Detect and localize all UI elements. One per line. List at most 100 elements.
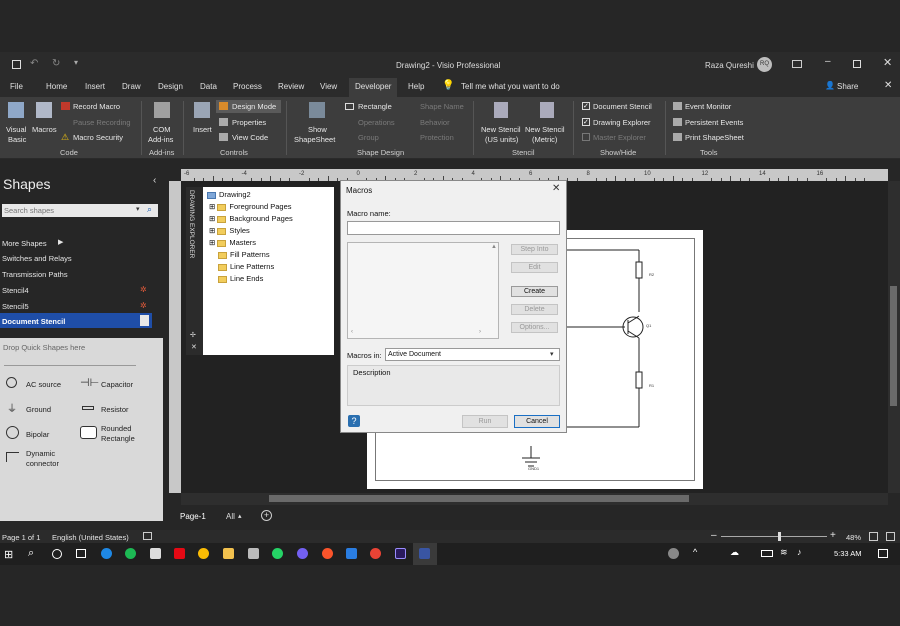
stencil-transmission-paths[interactable]: Transmission Paths — [2, 270, 68, 279]
scroll-up-icon[interactable]: ▲ — [491, 244, 497, 250]
macro-name-input[interactable] — [347, 221, 560, 235]
new-stencil-metric-button[interactable]: New Stencil — [525, 125, 565, 134]
user-name[interactable]: Raza Qureshi — [705, 61, 754, 70]
show-shapesheet-button[interactable]: Show — [308, 125, 327, 134]
run-button[interactable]: Run — [462, 415, 508, 428]
tab-view[interactable]: View — [320, 82, 337, 91]
scroll-down-icon[interactable]: › — [479, 329, 481, 335]
shape-ac-source[interactable]: AC source — [26, 380, 61, 389]
dialog-close-icon[interactable]: ✕ — [552, 183, 560, 194]
show-shapesheet-button-line2[interactable]: ShapeSheet — [294, 135, 335, 144]
shape-name-button[interactable]: Shape Name — [420, 102, 464, 111]
redo-icon[interactable]: ↻ — [52, 58, 60, 69]
visual-basic-button-line2[interactable]: Basic — [8, 135, 26, 144]
switch-windows-icon[interactable] — [886, 532, 895, 541]
search-taskbar-icon[interactable]: ⌕ — [28, 547, 34, 560]
master-explorer-checkbox[interactable] — [582, 133, 590, 141]
group-button[interactable]: Group — [358, 133, 379, 142]
drawing-explorer-checkbox[interactable]: ✓ — [582, 118, 590, 126]
zoom-in-icon[interactable]: + — [830, 530, 836, 541]
close-icon[interactable]: ✕ — [883, 56, 892, 69]
vertical-scrollbar[interactable] — [888, 181, 900, 493]
macros-button[interactable]: Macros — [32, 125, 57, 134]
language[interactable]: English (United States) — [52, 533, 129, 542]
help-icon[interactable]: ? — [348, 415, 360, 427]
tab-insert[interactable]: Insert — [85, 82, 105, 91]
zoom-level[interactable]: 48% — [846, 533, 861, 542]
customize-qat-icon[interactable]: ▾ — [74, 58, 78, 67]
tab-data[interactable]: Data — [200, 82, 217, 91]
tab-home[interactable]: Home — [46, 82, 67, 91]
tab-help[interactable]: Help — [408, 82, 424, 91]
shape-ground[interactable]: Ground — [26, 405, 51, 414]
pause-recording-button[interactable]: Pause Recording — [73, 118, 131, 127]
horizontal-scroll-thumb[interactable] — [269, 495, 689, 502]
operations-button[interactable]: Operations — [358, 118, 395, 127]
tab-review[interactable]: Review — [278, 82, 304, 91]
save-icon[interactable] — [12, 60, 21, 69]
properties-button[interactable]: Properties — [232, 118, 266, 127]
ribbon-display-options-icon[interactable] — [792, 60, 802, 68]
tab-file[interactable]: File — [10, 82, 23, 91]
tab-process[interactable]: Process — [233, 82, 262, 91]
insert-control-button[interactable]: Insert — [193, 125, 212, 134]
com-addins-button-line2[interactable]: Add-ins — [148, 135, 173, 144]
macro-list[interactable]: ▲ › ‹ — [347, 242, 499, 339]
show-hidden-icons-icon[interactable]: ^ — [693, 547, 697, 557]
undo-icon[interactable]: ↶ — [30, 58, 38, 69]
brave-icon[interactable] — [322, 548, 333, 559]
more-shapes-button[interactable]: More Shapes — [2, 239, 47, 248]
page-count[interactable]: Page 1 of 1 — [2, 533, 40, 542]
minimize-icon[interactable]: – — [825, 56, 831, 67]
scroll-left-icon[interactable]: ‹ — [351, 329, 353, 335]
all-pages-button[interactable]: All — [226, 512, 235, 521]
shape-bipolar[interactable]: Bipolar — [26, 430, 49, 439]
design-mode-button[interactable]: Design Mode — [232, 102, 276, 111]
tab-draw[interactable]: Draw — [122, 82, 141, 91]
stencil-document-stencil[interactable]: Document Stencil — [2, 317, 65, 326]
tree-node[interactable]: ⊞ Styles — [209, 226, 250, 235]
store-icon[interactable] — [248, 548, 259, 559]
com-addins-button[interactable]: COM — [153, 125, 171, 134]
record-macro-button[interactable]: Record Macro — [73, 102, 120, 111]
tab-developer[interactable]: Developer — [349, 78, 398, 97]
file-explorer-icon[interactable] — [223, 548, 234, 559]
task-view-icon[interactable] — [76, 549, 86, 558]
tree-node[interactable]: Line Ends — [218, 274, 263, 283]
whatsapp-icon[interactable] — [272, 548, 283, 559]
page-tab-page-1[interactable]: Page-1 — [180, 512, 206, 521]
tree-root[interactable]: Drawing2 — [207, 190, 251, 199]
windows-start-icon[interactable]: ⊞ — [4, 548, 13, 561]
tab-design[interactable]: Design — [158, 82, 183, 91]
mail-icon[interactable] — [150, 548, 161, 559]
tree-node[interactable]: Fill Patterns — [218, 250, 270, 259]
volume-icon[interactable]: ♪ — [797, 547, 802, 557]
chevron-down-icon[interactable]: ▾ — [550, 350, 554, 358]
rectangle-button[interactable]: Rectangle — [358, 102, 392, 111]
cortana-icon[interactable] — [52, 549, 62, 559]
macros-in-select[interactable]: Active Document ▾ — [385, 348, 560, 361]
netflix-icon[interactable] — [174, 548, 185, 559]
stencil-switches-relays[interactable]: Switches and Relays — [2, 254, 72, 263]
tree-node[interactable]: Line Patterns — [218, 262, 274, 271]
add-page-icon[interactable]: + — [261, 510, 272, 521]
cloud-icon[interactable]: ☁ — [730, 547, 739, 558]
zoom-out-icon[interactable]: – — [711, 530, 717, 541]
viber-icon[interactable] — [297, 548, 308, 559]
search-input[interactable] — [2, 204, 134, 217]
new-stencil-metric-button-line2[interactable]: (Metric) — [532, 135, 557, 144]
close-ribbon-icon[interactable]: ✕ — [884, 80, 892, 91]
cancel-button[interactable]: Cancel — [514, 415, 560, 428]
new-stencil-us-button-line2[interactable]: (US units) — [485, 135, 518, 144]
event-monitor-button[interactable]: Event Monitor — [685, 102, 731, 111]
macro-record-icon[interactable] — [143, 532, 152, 540]
create-button[interactable]: Create — [511, 286, 558, 297]
macro-security-button[interactable]: Macro Security — [73, 133, 123, 142]
zoom-slider-thumb[interactable] — [778, 532, 781, 541]
new-stencil-us-button[interactable]: New Stencil — [481, 125, 521, 134]
battery-icon[interactable] — [761, 550, 773, 557]
chrome-icon[interactable] — [198, 548, 209, 559]
shape-dynamic-connector[interactable]: Dynamic connector — [26, 449, 76, 469]
visual-basic-button[interactable]: Visual — [6, 125, 26, 134]
app-icon[interactable] — [346, 548, 357, 559]
